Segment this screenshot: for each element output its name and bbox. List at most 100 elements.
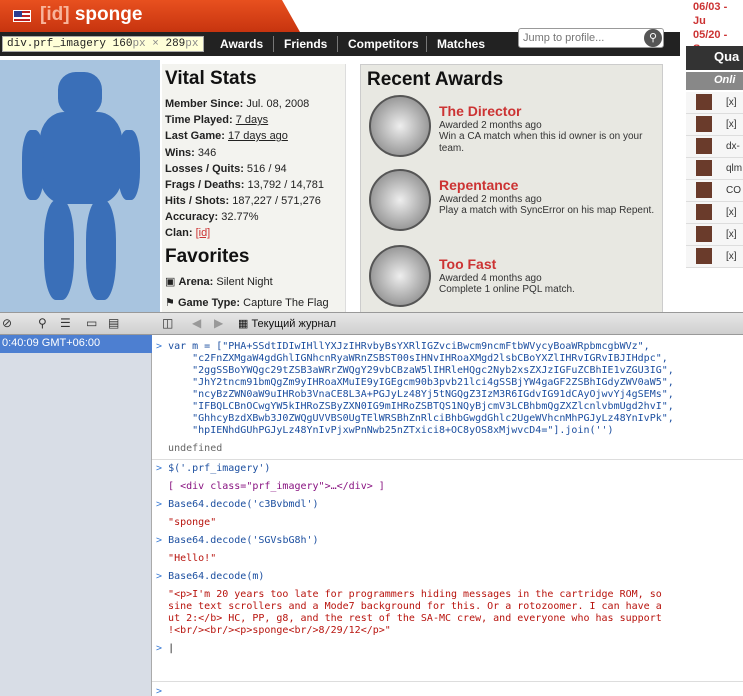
text-cursor: | (168, 643, 175, 654)
nav-divider (426, 36, 427, 52)
tab-current-log[interactable]: ▦ Текущий журнал (238, 317, 336, 330)
stat-label: Wins: (165, 147, 195, 159)
console-line: [ <div class="prf_imagery">…</div> ] (156, 481, 385, 493)
player-tag: [x] (726, 207, 737, 218)
console-divider (152, 459, 743, 460)
console-line: sine text scrollers and a Mode7 backgrou… (156, 601, 662, 613)
nav-competitors[interactable]: Competitors (348, 37, 419, 51)
console-line: "2ggSSBoYWQgc29tZSB3aWRrZWQgY29vbCBzaW5l… (156, 365, 674, 377)
search-icon[interactable]: ⚲ (644, 29, 662, 47)
stat-value: 13,792 / 14,781 (247, 179, 324, 191)
stat-label: Frags / Deaths: (165, 179, 245, 191)
player-tag: [x] (726, 251, 737, 262)
gametype-icon: ⚑ (165, 297, 175, 309)
player-name: sponge (74, 4, 143, 25)
stat-losses-quits: Losses / Quits: 516 / 94 (165, 163, 287, 175)
stat-label: Member Since: (165, 98, 244, 110)
player-tag: dx- (726, 141, 740, 152)
console-line: "IFBQLCBnOCwgYW5kIHRoZSByZXN0IG9mIHRoZSB… (156, 401, 674, 413)
console-text: Base64.decode('c3Bvbmdl') (168, 499, 319, 510)
stat-value: Capture The Flag (243, 297, 329, 309)
nav-divider (273, 36, 274, 52)
stat-hits-shots: Hits / Shots: 187,227 / 571,276 (165, 195, 321, 207)
model-leg-left (44, 200, 74, 300)
award-name[interactable]: The Director (439, 103, 521, 119)
prompt-icon: > (156, 686, 163, 696)
console-input-line[interactable]: > (156, 686, 162, 696)
console-icon[interactable]: ▤ (108, 316, 119, 330)
event-date[interactable]: 06/03 - Ju (693, 0, 743, 28)
us-flag-icon (13, 10, 31, 22)
list-icon[interactable]: ☰ (60, 316, 71, 330)
devtools-pane: ⊘ ⚲ ☰ ▭ ▤ ◫ ◀ ▶ ▦ Текущий журнал 0:40:09… (0, 312, 743, 696)
award-repentance-icon[interactable] (369, 169, 431, 231)
sidebar-subheading: Onli (686, 72, 743, 90)
dock-icon[interactable]: ▭ (86, 316, 97, 330)
console-text: Base64.decode('SGVsbG8h') (168, 535, 319, 546)
clear-icon[interactable]: ⊘ (2, 316, 12, 330)
online-player[interactable]: [x] (686, 246, 743, 268)
online-player[interactable]: qlm (686, 158, 743, 180)
model-arm-right (118, 130, 140, 200)
console-node[interactable]: [ <div class="prf_imagery">…</div> ] (168, 481, 385, 492)
award-name[interactable]: Too Fast (439, 256, 496, 272)
award-too-fast-icon[interactable] (369, 245, 431, 307)
console-output[interactable]: > var m = ["PHA+SSdtIDIwIHllYXJzIHRvbyBs… (152, 335, 743, 696)
stat-wins: Wins: 346 (165, 147, 216, 159)
award-director-icon[interactable] (369, 95, 431, 157)
back-icon[interactable]: ◀ (192, 316, 201, 330)
model-arm-left (22, 130, 44, 200)
nav-divider (337, 36, 338, 52)
search-input[interactable] (523, 31, 635, 45)
online-player[interactable]: [x] (686, 92, 743, 114)
sidebar-toggle-icon[interactable]: ◫ (162, 316, 173, 330)
stat-value: 32.77% (221, 211, 259, 223)
player-model-image (0, 60, 160, 312)
console-text: "hpIENhdGUhPGJyLz48YnIvPjxwPnNwb25nZTxic… (168, 425, 614, 436)
console-line: > Base64.decode('SGVsbG8h') (156, 535, 319, 547)
console-text: Base64.decode(m) (168, 571, 265, 582)
clan-link[interactable]: [id] (196, 227, 211, 239)
nav-matches[interactable]: Matches (437, 37, 485, 51)
console-text: "IFBQLCBnOCwgYW5kIHRoZSByZXN0IG9mIHRoZSB… (168, 401, 674, 412)
model-leg-right (86, 200, 116, 300)
player-tag: [x] (726, 119, 737, 130)
prompt-icon: > (156, 499, 163, 510)
stat-label: Arena: (178, 276, 214, 288)
inspect-tooltip: div.prf_imagery 160px × 289px (2, 36, 204, 52)
stat-label: Time Played: (165, 114, 233, 126)
console-line: "sponge" (156, 517, 216, 529)
console-input-line[interactable]: > | (156, 643, 174, 655)
log-entry-selected[interactable]: 0:40:09 GMT+06:00 (0, 335, 152, 353)
online-player[interactable]: [x] (686, 202, 743, 224)
player-avatar (696, 248, 712, 264)
nav-friends[interactable]: Friends (284, 37, 327, 51)
prompt-icon: > (156, 341, 163, 352)
search-icon[interactable]: ⚲ (38, 316, 47, 330)
prompt-icon: > (156, 571, 163, 582)
online-player[interactable]: [x] (686, 224, 743, 246)
stat-label: Losses / Quits: (165, 163, 244, 175)
tooltip-times: × (152, 38, 159, 50)
online-player[interactable]: dx- (686, 136, 743, 158)
nav-awards[interactable]: Awards (220, 37, 263, 51)
console-line: "hpIENhdGUhPGJyLz48YnIvPjxwPnNwb25nZTxic… (156, 425, 614, 437)
favorites-heading: Favorites (165, 246, 250, 267)
forward-icon[interactable]: ▶ (214, 316, 223, 330)
tooltip-width: 160 (112, 38, 133, 50)
profile-search: ⚲ (518, 28, 664, 48)
favorite-game-type: ⚑ Game Type: Capture The Flag (165, 296, 329, 309)
online-player[interactable]: [x] (686, 114, 743, 136)
console-text: "JhY2tncm91bmQgZm9yIHRoaXMuIE9yIGEgcm90b… (168, 377, 674, 388)
stat-value: 187,227 / 571,276 (232, 195, 321, 207)
stat-member-since: Member Since: Jul. 08, 2008 (165, 98, 309, 110)
stats-panel: Vital Stats Member Since: Jul. 08, 2008 … (162, 64, 346, 312)
online-player[interactable]: CO (686, 180, 743, 202)
award-name[interactable]: Repentance (439, 177, 518, 193)
award-desc: Win a CA match when this id owner is on … (439, 131, 643, 154)
clan-tag[interactable]: [id] (40, 4, 70, 25)
stat-label: Game Type: (177, 297, 241, 309)
player-avatar (696, 160, 712, 176)
favorite-arena: ▣ Arena: Silent Night (165, 275, 273, 288)
model-torso (40, 112, 122, 204)
